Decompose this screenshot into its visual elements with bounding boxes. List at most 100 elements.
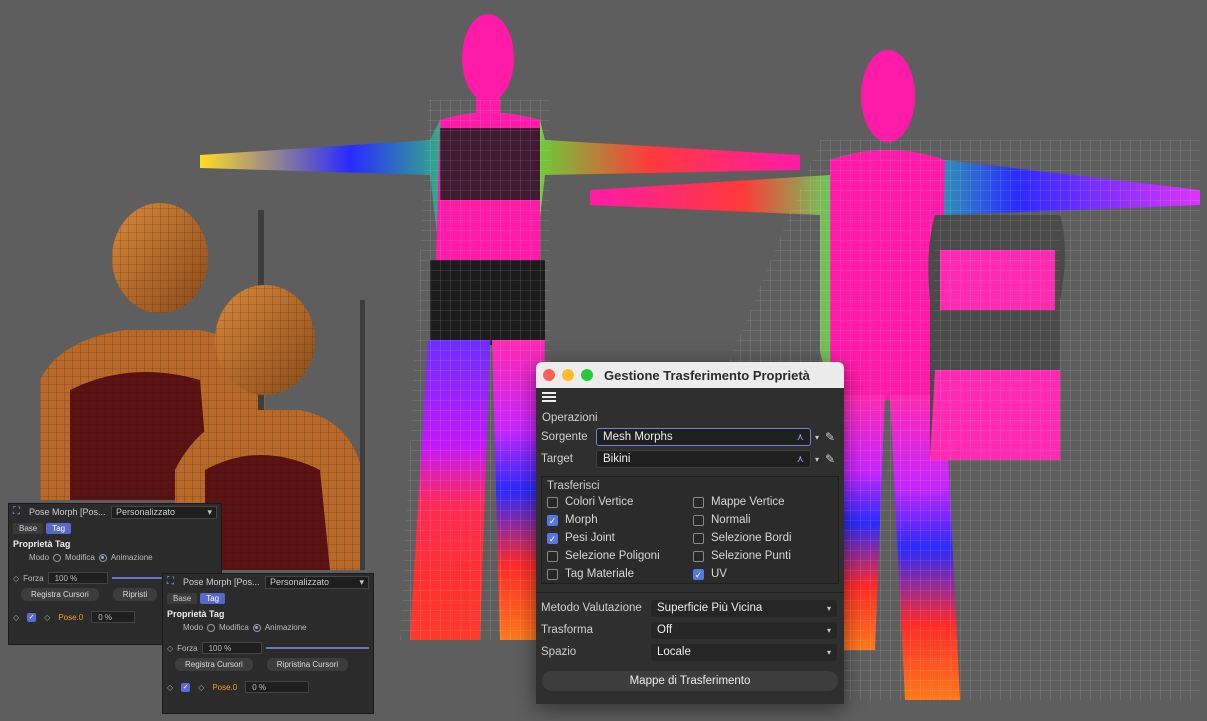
checkbox[interactable] <box>693 514 704 526</box>
pm1-pose-value[interactable]: 0 % <box>91 611 136 623</box>
pm2-section-title: Proprietà Tag <box>167 609 225 619</box>
transform-row: Trasforma Off ▾ <box>536 619 844 641</box>
transfer-option[interactable]: Mappe Vertice <box>693 495 833 509</box>
pm1-tabs: Base Tag <box>9 520 221 537</box>
keyframe-diamond-icon[interactable]: ◇ <box>167 683 173 692</box>
pm2-header: ⛶ Pose Morph [Pos... Personalizzato ▾ <box>163 574 373 590</box>
pm1-strength-field[interactable]: 100 % <box>47 572 108 584</box>
pm1-reset-button[interactable]: Ripristi <box>112 588 158 601</box>
checkbox[interactable]: ✓ <box>693 568 704 580</box>
checkbox[interactable] <box>547 568 558 580</box>
checkbox[interactable] <box>547 550 558 562</box>
keyframe-diamond-icon[interactable]: ◇ <box>167 644 173 653</box>
pm2-reset-button[interactable]: Ripristina Cursori <box>266 658 349 671</box>
checkbox[interactable] <box>547 496 558 508</box>
operations-label: Operazioni <box>542 412 598 424</box>
transfer-option-label: Morph <box>565 514 598 526</box>
close-window-button[interactable] <box>543 369 555 381</box>
transfer-option[interactable]: ✓ UV <box>693 567 833 581</box>
pick-session-icon[interactable]: ✎ <box>825 452 835 466</box>
chevron-down-icon[interactable]: ▾ <box>815 455 819 464</box>
checkbox[interactable]: ✓ <box>547 532 558 544</box>
chevron-down-icon: ▾ <box>826 647 831 657</box>
pm2-preset-select[interactable]: Personalizzato ▾ <box>265 575 369 589</box>
pm2-strength-slider[interactable] <box>265 647 369 649</box>
pose-morph-tag-icon: ⛶ <box>167 576 174 587</box>
transfer-option-label: Colori Vertice <box>565 496 634 508</box>
transfer-option[interactable]: Colori Vertice <box>547 495 693 509</box>
checkbox[interactable] <box>693 532 704 544</box>
pick-session-icon[interactable]: ✎ <box>825 430 835 444</box>
pm1-mode-anim-label: Animazione <box>110 553 153 562</box>
pm1-mode-label: Modo <box>29 553 50 562</box>
target-link-field[interactable]: Bikini ⋏ <box>596 450 811 468</box>
pm2-mode-anim-radio[interactable] <box>252 623 261 632</box>
chevron-down-icon[interactable]: ▾ <box>815 433 819 442</box>
pm2-mode-label: Modo <box>183 623 204 632</box>
pm2-buttons-row: Registra Cursori Ripristina Cursori <box>163 656 373 673</box>
transform-value: Off <box>657 624 673 636</box>
space-row: Spazio Locale ▾ <box>536 641 844 663</box>
object-link-icon: ⋏ <box>796 431 804 443</box>
transfer-options-group: Trasferisci Colori Vertice Mappe Vertice ✓… <box>541 476 839 584</box>
object-link-icon: ⋏ <box>796 453 804 465</box>
transfer-option[interactable]: Selezione Punti <box>693 549 833 563</box>
transfer-option[interactable]: Selezione Poligoni <box>547 549 693 563</box>
dialog-titlebar[interactable]: Gestione Trasferimento Proprietà <box>536 362 844 388</box>
pm2-record-button[interactable]: Registra Cursori <box>175 658 253 671</box>
transfer-option[interactable]: ✓ Morph <box>547 513 693 527</box>
target-row: Target Bikini ⋏ ▾ ✎ <box>536 448 844 470</box>
keyframe-diamond-icon[interactable]: ◇ <box>13 574 19 583</box>
pm2-tab-tag[interactable]: Tag <box>200 593 226 604</box>
pm2-pose-checkbox[interactable]: ✓ <box>181 682 191 692</box>
pm1-mode-edit-label: Modifica <box>65 553 95 562</box>
maximize-window-button[interactable] <box>581 369 593 381</box>
pm1-pose-name: Pose.0 <box>58 612 84 622</box>
space-dropdown[interactable]: Locale ▾ <box>651 643 837 661</box>
pm2-mode-edit-radio[interactable] <box>207 623 216 632</box>
method-row: Metodo Valutazione Superficie Più Vicina… <box>536 597 844 619</box>
transform-label: Trasforma <box>541 624 593 636</box>
chevron-down-icon: ▾ <box>207 506 212 517</box>
transfer-option[interactable]: Normali <box>693 513 833 527</box>
transfer-option-label: Selezione Bordi <box>711 532 792 544</box>
minimize-window-button[interactable] <box>562 369 574 381</box>
divider <box>536 592 844 593</box>
checkbox[interactable]: ✓ <box>547 514 558 526</box>
transfer-option[interactable]: ✓ Pesi Joint <box>547 531 693 545</box>
transfer-option[interactable]: Selezione Bordi <box>693 531 833 545</box>
source-label: Sorgente <box>541 431 588 443</box>
pm1-title: Pose Morph [Pos... <box>29 507 106 517</box>
keyframe-diamond-icon[interactable]: ◇ <box>44 613 50 622</box>
transfer-option[interactable]: Tag Materiale <box>547 567 693 581</box>
transfer-option-label: Mappe Vertice <box>711 496 785 508</box>
dialog-menubar <box>536 388 844 410</box>
method-label: Metodo Valutazione <box>541 602 642 614</box>
pm1-tab-base[interactable]: Base <box>13 523 44 534</box>
dialog-title: Gestione Trasferimento Proprietà <box>604 367 810 383</box>
source-row: Sorgente Mesh Morphs ⋏ ▾ ✎ <box>536 426 844 448</box>
checkbox[interactable] <box>693 496 704 508</box>
pm1-pose-checkbox[interactable]: ✓ <box>27 612 37 622</box>
pm1-mode-anim-radio[interactable] <box>98 553 107 562</box>
transform-dropdown[interactable]: Off ▾ <box>651 621 837 639</box>
keyframe-diamond-icon[interactable]: ◇ <box>13 613 19 622</box>
method-dropdown[interactable]: Superficie Più Vicina ▾ <box>651 599 837 617</box>
pm1-record-button[interactable]: Registra Cursori <box>21 588 99 601</box>
checkbox[interactable] <box>693 550 704 562</box>
keyframe-diamond-icon[interactable]: ◇ <box>198 683 204 692</box>
transfer-maps-button[interactable]: Mappe di Trasferimento <box>542 671 838 691</box>
pm1-mode-edit-radio[interactable] <box>53 553 62 562</box>
space-label: Spazio <box>541 646 577 658</box>
chevron-down-icon: ▾ <box>826 625 831 635</box>
pm2-pose-row: ◇ ✓ ◇ Pose.0 0 % <box>163 679 373 695</box>
pm2-pose-value[interactable]: 0 % <box>245 681 310 693</box>
pm2-tab-base[interactable]: Base <box>167 593 198 604</box>
pm1-tab-tag[interactable]: Tag <box>46 523 72 534</box>
source-link-field[interactable]: Mesh Morphs ⋏ <box>596 428 811 446</box>
chevron-down-icon: ▾ <box>359 576 364 587</box>
pm2-strength-field[interactable]: 100 % <box>201 642 262 654</box>
pm1-preset-select[interactable]: Personalizzato ▾ <box>111 505 217 519</box>
hamburger-menu-icon[interactable] <box>542 392 556 402</box>
method-value: Superficie Più Vicina <box>657 602 763 614</box>
